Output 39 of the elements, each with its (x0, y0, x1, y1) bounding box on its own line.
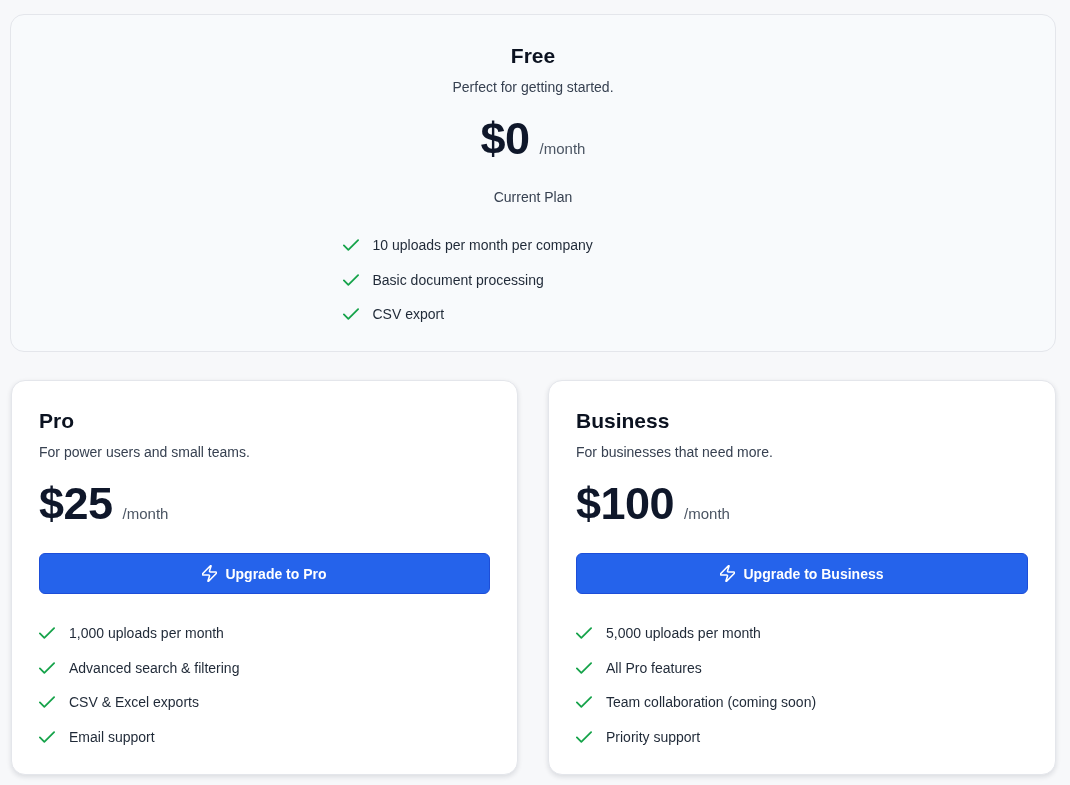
feature-text: Email support (69, 727, 155, 747)
check-icon (39, 661, 55, 674)
plan-name: Free (510, 43, 556, 69)
check-icon (342, 239, 359, 251)
plan-description: Perfect for getting started. (452, 78, 614, 97)
check-icon (342, 273, 359, 286)
check-icon (576, 627, 592, 639)
current-plan-label: Current Plan (493, 188, 573, 207)
feature-text: 5,000 uploads per month (606, 624, 761, 643)
check-icon (576, 696, 592, 708)
feature-text: Priority support (606, 727, 701, 747)
check-icon (39, 730, 55, 743)
feature-text: Basic document processing (372, 270, 544, 290)
plan-price: $100 (576, 480, 675, 528)
plan-name: Business (576, 408, 671, 434)
feature-text: Advanced search & filtering (69, 658, 240, 678)
upgrade-button[interactable]: Upgrade to Pro (39, 553, 490, 594)
check-icon (39, 696, 55, 708)
feature-text: Team collaboration (coming soon) (606, 693, 817, 712)
check-icon (342, 308, 359, 320)
upgrade-button[interactable]: Upgrade to Business (576, 553, 1028, 594)
plan-price: $25 (39, 480, 113, 528)
plan-name: Pro (39, 408, 75, 434)
plan-description: For power users and small teams. (39, 443, 251, 462)
check-icon (576, 661, 592, 674)
lightning-bolt-icon (720, 565, 736, 582)
plan-description: For businesses that need more. (576, 443, 774, 462)
lightning-bolt-icon (202, 565, 218, 582)
feature-text: 10 uploads per month per company (372, 236, 593, 255)
feature-text: CSV & Excel exports (69, 693, 199, 712)
feature-text: 1,000 uploads per month (69, 624, 224, 643)
plan-price: $0 (480, 115, 530, 163)
feature-text: CSV export (372, 305, 445, 324)
billing-period: /month (684, 504, 730, 524)
feature-text: All Pro features (606, 658, 702, 678)
billing-period: /month (122, 504, 169, 524)
check-icon (39, 627, 55, 639)
billing-period: /month (539, 139, 586, 159)
check-icon (576, 730, 592, 743)
